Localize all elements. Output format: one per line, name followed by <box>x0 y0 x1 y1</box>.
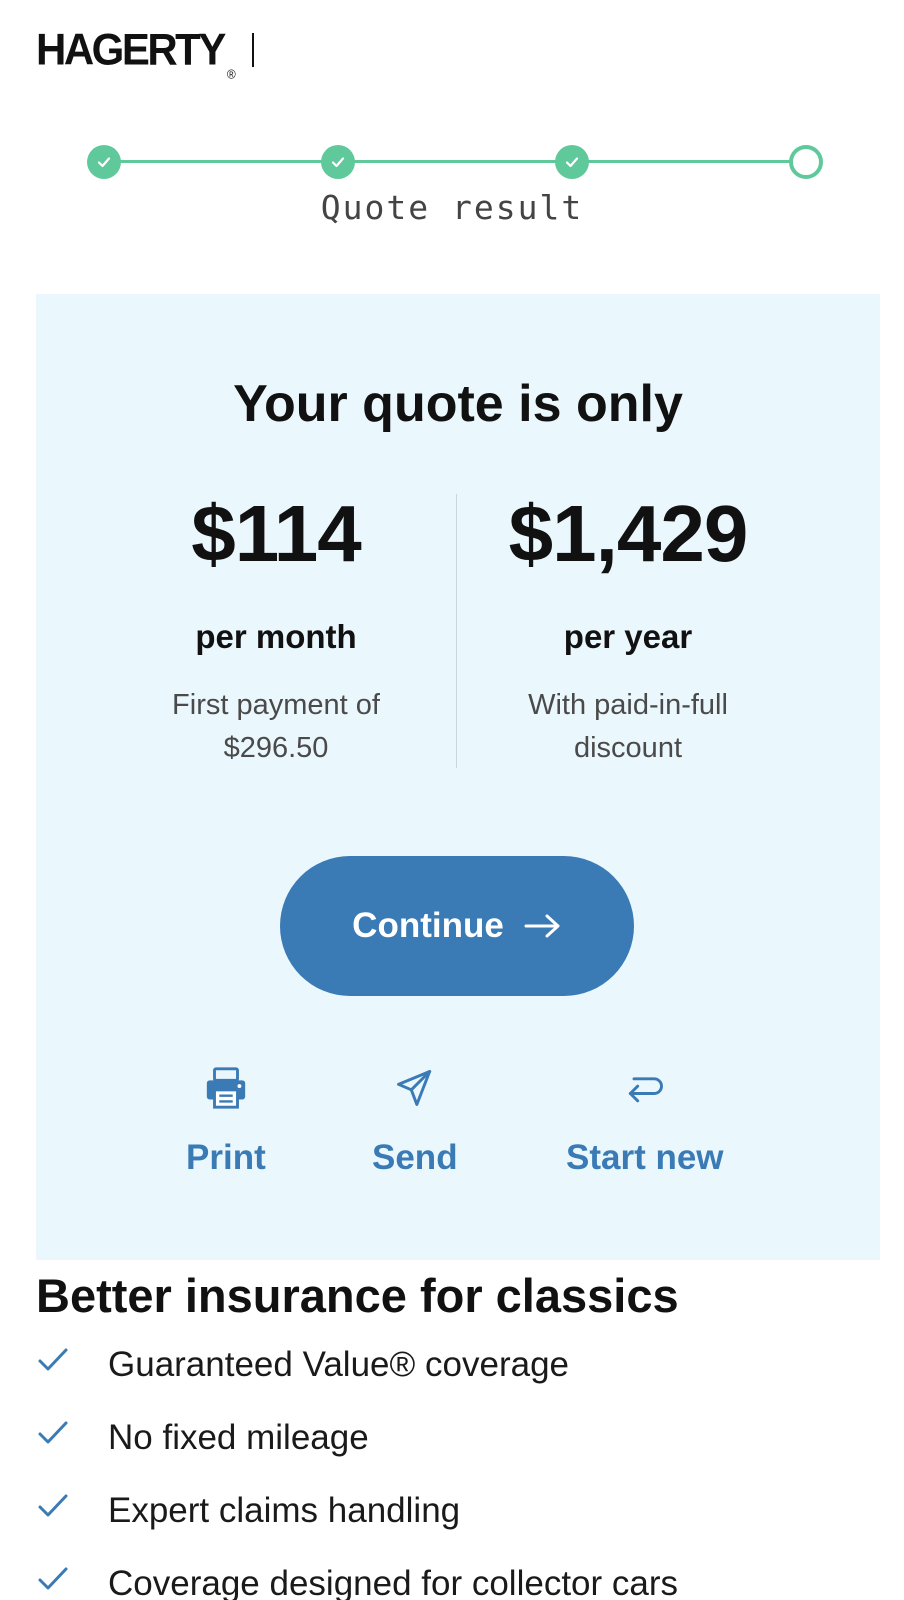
benefits-list: Guaranteed Value® coverage No fixed mile… <box>36 1344 876 1600</box>
check-icon <box>38 1348 68 1371</box>
step-4-current <box>789 145 823 179</box>
progress-line <box>104 160 806 163</box>
benefit-text: Coverage designed for collector cars <box>108 1564 679 1600</box>
continue-button[interactable]: Continue <box>280 856 634 996</box>
step-3-complete <box>554 145 589 179</box>
start-new-action[interactable]: Start new <box>566 1064 724 1178</box>
check-icon <box>38 1421 68 1444</box>
benefit-item: No fixed mileage <box>36 1417 876 1490</box>
progress-stepper <box>87 145 823 179</box>
benefit-text: Expert claims handling <box>108 1491 461 1530</box>
benefit-item: Coverage designed for collector cars <box>36 1563 876 1600</box>
check-icon <box>97 157 111 168</box>
site-header: HAGERTY® <box>36 25 254 82</box>
quote-actions: Print Send Start new <box>36 1064 880 1194</box>
check-icon <box>38 1567 68 1590</box>
benefits-title: Better insurance for classics <box>36 1269 679 1322</box>
check-icon <box>565 157 579 168</box>
monthly-price-column: $114 per month First payment of $296.50 <box>116 494 436 770</box>
printer-icon <box>202 1064 250 1112</box>
column-divider <box>456 494 457 768</box>
benefit-item: Expert claims handling <box>36 1490 876 1563</box>
step-2-complete <box>320 145 355 179</box>
quote-title: Your quote is only <box>233 375 683 433</box>
continue-label: Continue <box>352 906 504 945</box>
monthly-price: $114 <box>191 489 362 578</box>
benefit-text: No fixed mileage <box>108 1418 369 1457</box>
send-action[interactable]: Send <box>372 1064 458 1178</box>
print-action[interactable]: Print <box>186 1064 266 1178</box>
benefit-text: Guaranteed Value® coverage <box>108 1345 569 1384</box>
quote-card: Your quote is only $114 per month First … <box>36 294 880 1260</box>
yearly-note: With paid-in-full discount <box>528 689 728 764</box>
current-step-label: Quote result <box>320 188 584 227</box>
send-label: Send <box>372 1138 458 1177</box>
hagerty-logo[interactable]: HAGERTY® <box>36 25 236 82</box>
benefit-item: Guaranteed Value® coverage <box>36 1344 876 1417</box>
return-arrow-icon <box>621 1064 669 1112</box>
yearly-period-label: per year <box>563 618 693 655</box>
header-divider <box>251 33 254 67</box>
check-icon <box>331 157 345 168</box>
monthly-note: First payment of $296.50 <box>172 689 380 764</box>
yearly-price: $1,429 <box>508 489 749 578</box>
check-icon <box>38 1494 68 1517</box>
arrow-right-icon <box>524 914 560 938</box>
print-label: Print <box>186 1138 266 1177</box>
yearly-price-column: $1,429 per year With paid-in-full discou… <box>468 494 788 770</box>
monthly-period-label: per month <box>195 618 357 655</box>
step-1-complete <box>87 145 121 179</box>
start-new-label: Start new <box>566 1138 724 1177</box>
paper-plane-icon <box>391 1064 439 1112</box>
